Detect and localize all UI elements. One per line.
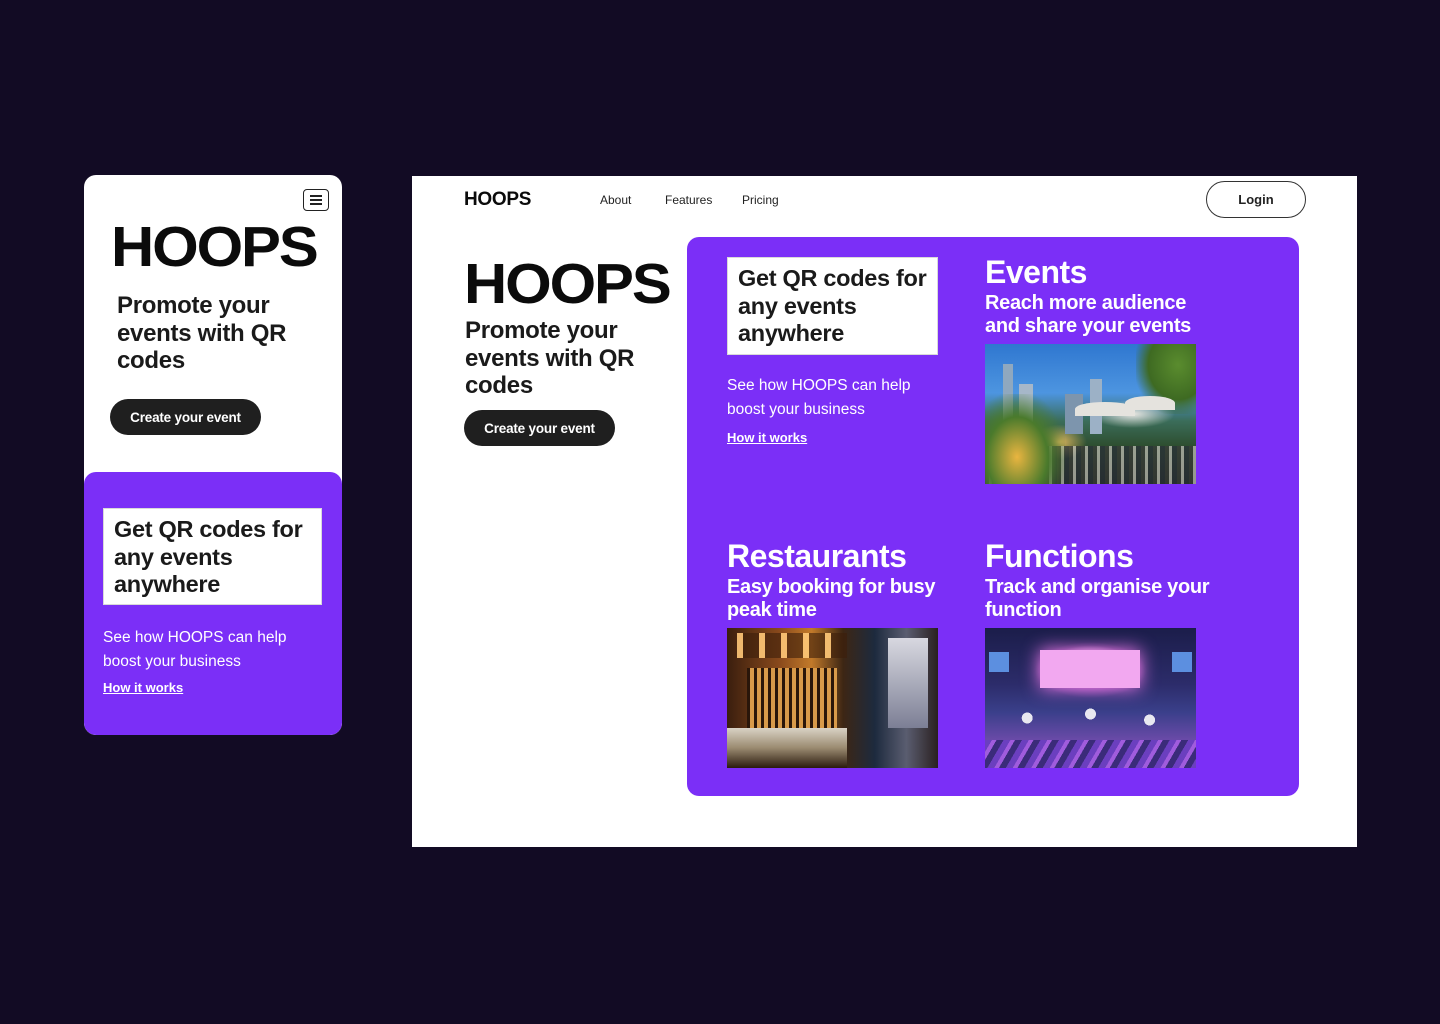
mobile-tagline: Promote your events with QR codes [117,292,287,374]
mobile-qr-heading-box: Get QR codes for any events anywhere [103,508,322,605]
how-it-works-link[interactable]: How it works [727,430,807,445]
card-functions[interactable]: Functions Track and organise your functi… [985,539,1217,768]
mobile-create-event-button[interactable]: Create your event [110,399,261,435]
create-event-button[interactable]: Create your event [464,410,615,446]
desktop-mockup: HOOPS About Features Pricing Login HOOPS… [412,176,1357,847]
hero-tagline: Promote your events with QR codes [465,317,635,399]
mobile-feature-panel: Get QR codes for any events anywhere See… [84,472,342,735]
login-button[interactable]: Login [1206,181,1306,218]
card-functions-image [985,628,1196,768]
card-events-subtitle: Reach more audience and share your event… [985,292,1192,337]
feature-panel: Get QR codes for any events anywhere See… [687,237,1299,796]
nav-pricing[interactable]: Pricing [742,193,779,207]
hero-logo: HOOPS [464,252,672,316]
card-restaurants-title: Restaurants [727,538,907,574]
mobile-how-it-works-link[interactable]: How it works [103,680,183,695]
card-events-image [985,344,1196,484]
header-logo[interactable]: HOOPS [464,189,531,211]
card-events[interactable]: Events Reach more audience and share you… [985,255,1217,484]
help-text: See how HOOPS can help boost your busine… [727,377,911,418]
nav-features[interactable]: Features [665,193,712,207]
mobile-help-text: See how HOOPS can help boost your busine… [103,629,287,670]
card-restaurants[interactable]: Restaurants Easy booking for busy peak t… [727,539,959,768]
card-functions-title: Functions [985,538,1134,574]
mobile-logo: HOOPS [111,215,319,279]
qr-heading: Get QR codes for any events anywhere [738,265,927,346]
card-restaurants-image [727,628,938,768]
qr-heading-box: Get QR codes for any events anywhere [727,257,938,355]
mobile-qr-heading: Get QR codes for any events anywhere [114,516,303,597]
mobile-mockup: HOOPS Promote your events with QR codes … [84,175,342,735]
card-events-title: Events [985,254,1087,290]
card-restaurants-subtitle: Easy booking for busy peak time [727,576,936,621]
menu-icon[interactable] [303,189,329,211]
nav-about[interactable]: About [600,193,631,207]
card-functions-subtitle: Track and organise your function [985,576,1210,621]
